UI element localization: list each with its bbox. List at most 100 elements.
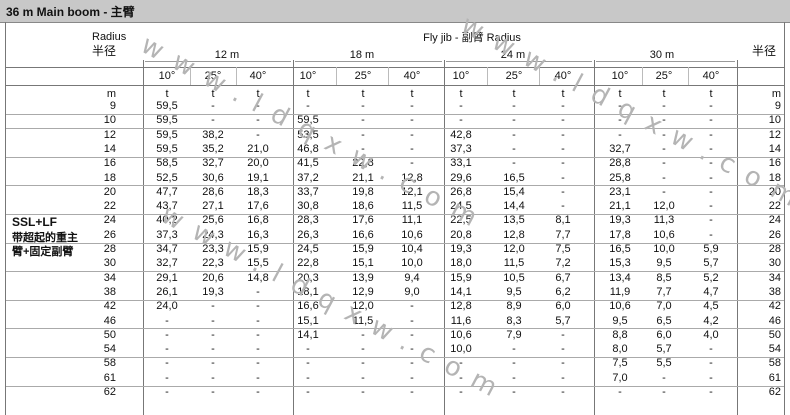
load-value: - [459,114,463,127]
load-value: - [709,171,713,184]
load-value: 13,9 [352,271,374,284]
radius-label-en: Radius [92,31,127,43]
load-value: 17,6 [352,214,374,227]
angle-header: 25° [204,70,222,82]
load-value: 21,1 [609,200,631,213]
load-value: - [512,128,516,141]
radius-value-right: 22 [768,200,781,213]
load-value: - [410,100,414,112]
load-value: 10,6 [401,228,423,241]
radius-value-right: 62 [768,386,781,398]
load-value: 12,9 [352,285,374,298]
angle-divider [336,67,337,85]
load-value: 13,5 [503,214,525,227]
radius-label-cn-left: 半径 [92,44,117,58]
load-value: 28,3 [297,214,319,227]
load-value: 11,5 [352,314,374,327]
radius-value-left: 16 [103,157,116,170]
load-value: 8,1 [555,214,571,227]
jib-group-underline [145,61,291,62]
radius-value-right: 50 [768,328,781,341]
radius-value-left: 22 [103,200,116,213]
load-value: 28,6 [202,185,224,198]
load-value: 8,5 [656,271,672,284]
load-value: - [662,171,666,184]
load-value: - [211,328,215,341]
load-value: - [561,328,565,341]
load-value: - [709,142,713,155]
table-title: 36 m Main boom - 主臂 [6,5,135,19]
load-value: - [256,343,260,356]
load-value: 18,1 [297,285,319,298]
load-value: - [709,386,713,398]
load-value: - [361,343,365,356]
load-value: 10,0 [450,343,472,356]
angle-divider [487,67,488,85]
load-value: 5,7 [703,257,719,270]
load-value: 14,1 [450,285,472,298]
load-value: 14,1 [297,328,319,341]
ton-unit: t [618,88,622,100]
load-value: 25,8 [609,171,631,184]
load-value: 29,6 [450,171,472,184]
angle-divider [642,67,643,85]
load-value: 30,6 [202,171,224,184]
side-label-cn2: 臂+固定副臂 [12,246,74,258]
radius-value-right: 18 [768,171,781,184]
load-value: - [361,386,365,398]
load-value: - [512,157,516,170]
table-border-right [784,22,785,415]
jib-length-header: 18 m [349,49,375,61]
load-value: 9,5 [506,285,522,298]
load-value: 59,5 [156,114,178,127]
load-value: 7,0 [612,371,628,384]
load-value: - [410,343,414,356]
load-value: 30,8 [297,200,319,213]
load-value: 16,5 [609,243,631,255]
load-value: 37,3 [450,142,472,155]
title-bar: 36 m Main boom - 主臂 [0,0,790,23]
load-value: - [618,386,622,398]
load-value: - [662,371,666,384]
load-value: 15,4 [503,185,525,198]
load-value: 7,5 [612,357,628,370]
load-value: 17,6 [247,200,269,213]
load-value: 24,5 [297,243,319,255]
load-value: - [256,314,260,327]
load-value: 10,6 [609,300,631,313]
load-value: 15,9 [247,243,269,255]
load-value: 11,9 [609,285,631,298]
load-value: - [709,371,713,384]
angle-header: 40° [403,70,421,82]
radius-value-left: 54 [103,343,116,356]
load-value: - [459,100,463,112]
radius-value-left: 38 [103,285,116,298]
load-value: - [306,100,310,112]
load-value: 21,0 [247,142,269,155]
load-value: - [561,128,565,141]
ton-unit: t [361,88,365,100]
radius-value-left: 34 [103,271,116,284]
radius-value-left: 9 [109,100,116,112]
load-value: - [361,142,365,155]
load-value: - [709,200,713,213]
load-value: - [512,114,516,127]
load-value: 16,6 [297,300,319,313]
load-value: 11,3 [653,214,675,227]
radius-value-left: 20 [103,185,116,198]
load-value: 10,4 [401,243,423,255]
radius-value-left: 46 [103,314,116,327]
load-value: 11,5 [401,200,423,213]
load-value: 38,2 [202,128,224,141]
load-value: 15,3 [609,257,631,270]
load-value: 5,7 [555,314,571,327]
load-value: - [256,285,260,298]
radius-value-left: 12 [103,128,116,141]
angle-divider [388,67,389,85]
load-value: 6,0 [555,300,571,313]
load-value: 6,0 [656,328,672,341]
load-value: 11,6 [450,314,472,327]
angle-divider [688,67,689,85]
side-label-code: SSL+LF [12,215,58,229]
load-value: - [512,371,516,384]
